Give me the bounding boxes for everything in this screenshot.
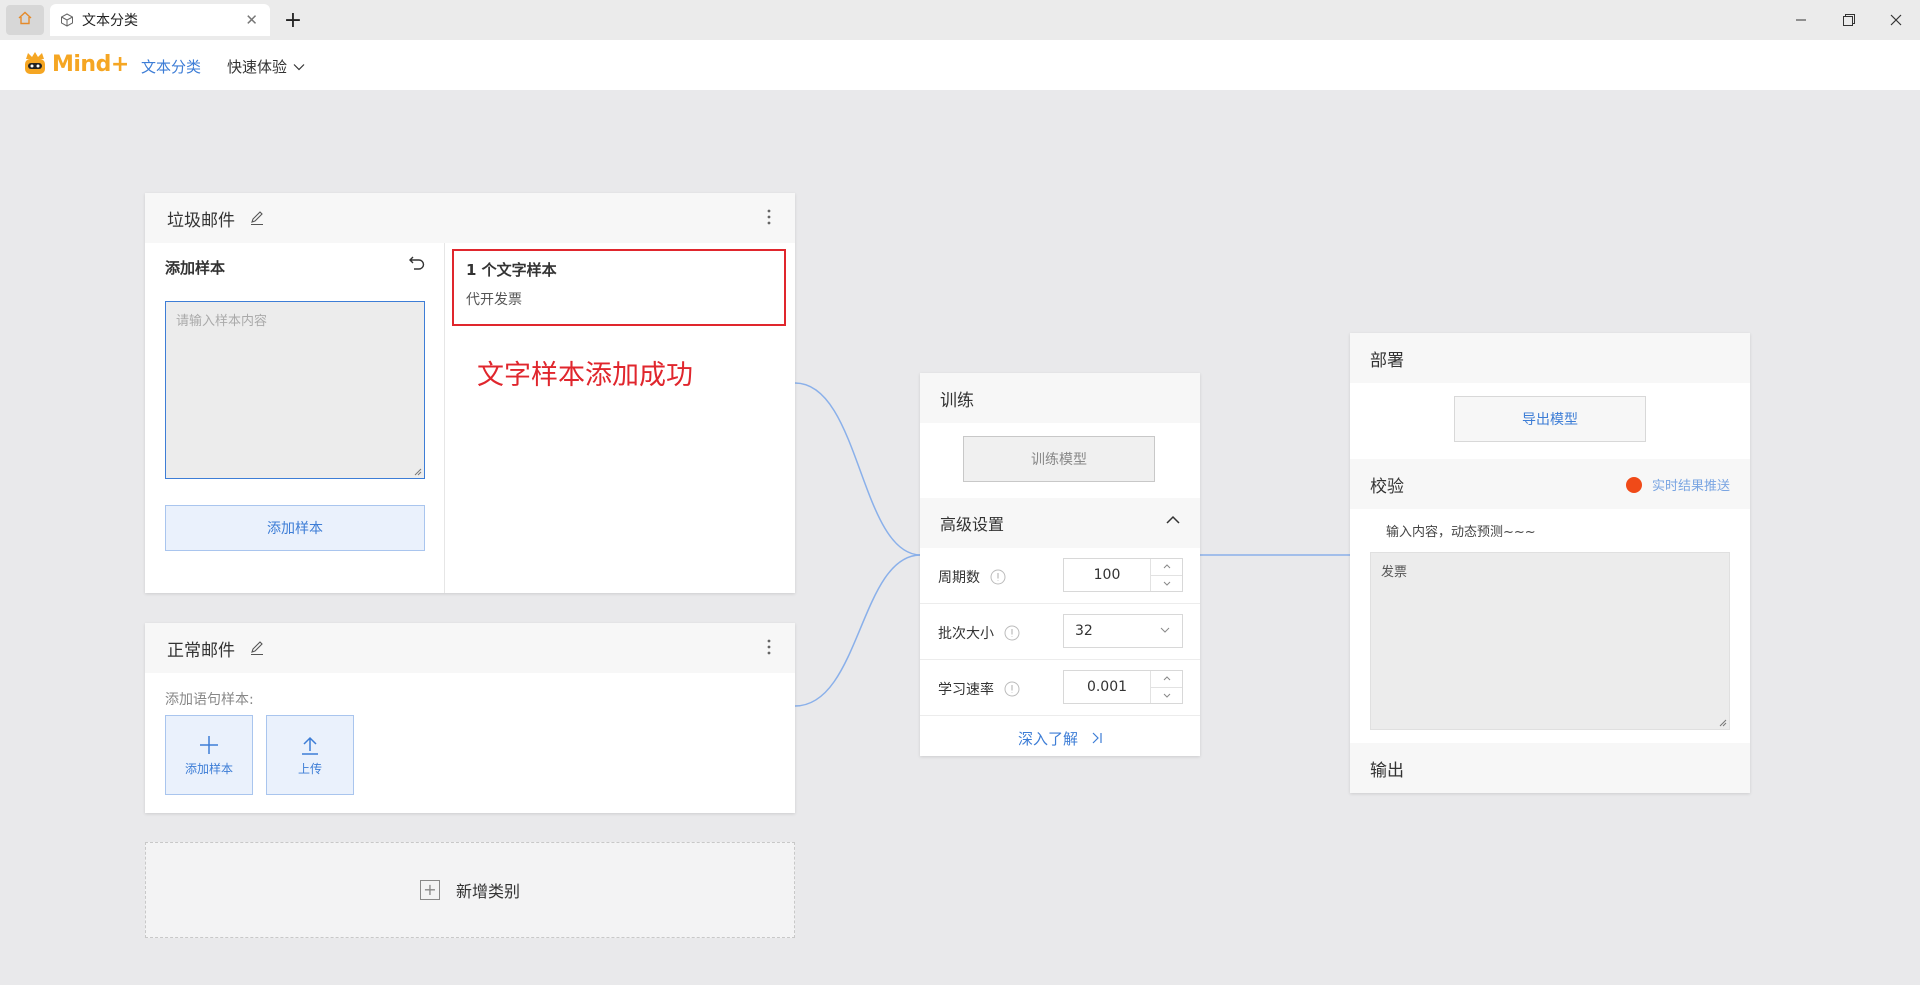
edit-icon[interactable] [249, 640, 265, 656]
export-model-button[interactable]: 导出模型 [1454, 396, 1646, 442]
training-title: 训练 [940, 390, 974, 411]
learn-more-link[interactable]: 深入了解 [920, 718, 1200, 758]
arrow-right-bar-icon [1092, 732, 1102, 744]
add-sample-tile-label: 添加样本 [184, 761, 233, 776]
undo-icon[interactable] [408, 255, 426, 271]
select-value: 32 [1075, 623, 1093, 639]
upload-icon [302, 736, 318, 755]
more-options-icon[interactable] [767, 639, 771, 655]
resize-grip-icon[interactable] [414, 468, 422, 476]
chevron-down-icon [293, 63, 305, 71]
training-card: 训练 训练模型 高级设置 周期数 100 批次大小 32 学习速率 0.001 … [920, 373, 1200, 756]
info-icon[interactable] [1004, 681, 1020, 697]
sample-list: 1 个文字样本 代开发票 [452, 249, 786, 326]
home-tab[interactable] [6, 5, 44, 35]
chevron-down-icon[interactable] [1151, 574, 1182, 592]
stepper-value[interactable]: 100 [1064, 559, 1150, 591]
learn-more-label: 深入了解 [1017, 729, 1078, 748]
sample-input-placeholder: 请输入样本内容 [176, 314, 268, 329]
chevron-up-icon[interactable] [1151, 671, 1182, 687]
add-sample-title: 添加样本 [165, 259, 226, 277]
nav-text-classify[interactable]: 文本分类 [141, 56, 201, 77]
stepper-value[interactable]: 0.001 [1064, 671, 1150, 703]
output-title: 输出 [1370, 760, 1404, 781]
status-dot-icon [1625, 476, 1642, 493]
param-label: 学习速率 [938, 682, 994, 698]
chevron-down-icon [1160, 627, 1170, 633]
plus-box-icon: + [419, 880, 440, 900]
upload-tile-label: 上传 [297, 761, 322, 776]
add-sample-button[interactable]: 添加样本 [165, 505, 425, 551]
minimize-button[interactable] [1788, 8, 1814, 32]
resize-grip-icon[interactable] [1719, 719, 1727, 727]
add-sentence-label: 添加语句样本: [165, 692, 254, 708]
nav-quick-experience[interactable]: 快速体验 [227, 56, 305, 77]
class-title: 正常邮件 [167, 640, 235, 661]
close-window-button[interactable] [1883, 8, 1909, 32]
param-epochs: 周期数 100 [920, 548, 1200, 604]
plus-icon [200, 735, 218, 754]
add-class-label: 新增类别 [455, 882, 520, 901]
train-model-button[interactable]: 训练模型 [963, 436, 1155, 482]
tab-title: 文本分类 [82, 13, 138, 29]
deploy-header: 部署 [1350, 333, 1750, 383]
class-header: 正常邮件 [145, 623, 795, 673]
add-class-button[interactable]: + 新增类别 [145, 842, 795, 938]
verify-header: 校验 实时结果推送 [1350, 459, 1750, 509]
learning-rate-stepper[interactable]: 0.001 [1063, 670, 1183, 704]
batch-size-select[interactable]: 32 [1063, 614, 1183, 648]
class-header: 垃圾邮件 [145, 193, 795, 243]
advanced-settings-header[interactable]: 高级设置 [920, 498, 1200, 548]
add-sample-panel: 添加样本 请输入样本内容 添加样本 [145, 243, 445, 593]
mascot-icon [25, 52, 45, 74]
app-header: Mind+ 文本分类 快速体验 [0, 40, 1920, 90]
nav-menu-label: 快速体验 [227, 58, 288, 76]
deploy-title: 部署 [1370, 350, 1404, 371]
realtime-label: 实时结果推送 [1651, 479, 1730, 494]
training-header: 训练 [920, 373, 1200, 423]
verify-input[interactable]: 发票 [1370, 552, 1730, 730]
success-annotation: 文字样本添加成功 [477, 360, 693, 391]
sample-item[interactable]: 代开发票 [466, 289, 522, 309]
cube-icon [60, 13, 74, 27]
chevron-up-icon[interactable] [1151, 559, 1182, 575]
class-card-spam: 垃圾邮件 添加样本 请输入样本内容 添加样本 1 个文字样本 代开发票 文字样本… [145, 193, 795, 593]
epochs-stepper[interactable]: 100 [1063, 558, 1183, 592]
class-title: 垃圾邮件 [167, 210, 235, 231]
param-label: 批次大小 [938, 626, 994, 642]
param-learning-rate: 学习速率 0.001 [920, 660, 1200, 716]
edit-icon[interactable] [249, 210, 265, 226]
info-icon[interactable] [1004, 625, 1020, 641]
param-batch-size: 批次大小 32 [920, 604, 1200, 660]
more-options-icon[interactable] [767, 209, 771, 225]
class-card-normal: 正常邮件 添加语句样本: 添加样本 上传 [145, 623, 795, 813]
advanced-title: 高级设置 [940, 515, 1005, 534]
chevron-up-icon[interactable] [1166, 515, 1180, 524]
new-tab-button[interactable]: + [280, 6, 306, 34]
add-sample-tile[interactable]: 添加样本 [165, 715, 253, 795]
home-icon [17, 10, 33, 30]
chevron-down-icon[interactable] [1151, 686, 1182, 704]
window-titlebar: 文本分类 ✕ + [0, 0, 1920, 40]
close-tab-icon[interactable]: ✕ [245, 11, 258, 29]
realtime-push-toggle[interactable]: 实时结果推送 [1625, 475, 1730, 494]
mindplus-logo[interactable]: Mind+ [22, 50, 129, 78]
sample-count: 1 个文字样本 [466, 261, 557, 279]
output-header: 输出 [1350, 743, 1750, 793]
param-label: 周期数 [938, 570, 980, 586]
predict-hint: 输入内容，动态预测~~~ [1386, 525, 1536, 540]
logo-text: Mind+ [52, 51, 129, 77]
tab-text-classify[interactable]: 文本分类 ✕ [50, 4, 270, 36]
sample-input[interactable]: 请输入样本内容 [165, 301, 425, 479]
verify-title: 校验 [1370, 476, 1404, 497]
verify-input-value: 发票 [1381, 565, 1408, 580]
upload-tile[interactable]: 上传 [266, 715, 354, 795]
deploy-card: 部署 导出模型 校验 实时结果推送 输入内容，动态预测~~~ 发票 输出 [1350, 333, 1750, 793]
restore-button[interactable] [1836, 8, 1862, 32]
info-icon[interactable] [990, 569, 1006, 585]
